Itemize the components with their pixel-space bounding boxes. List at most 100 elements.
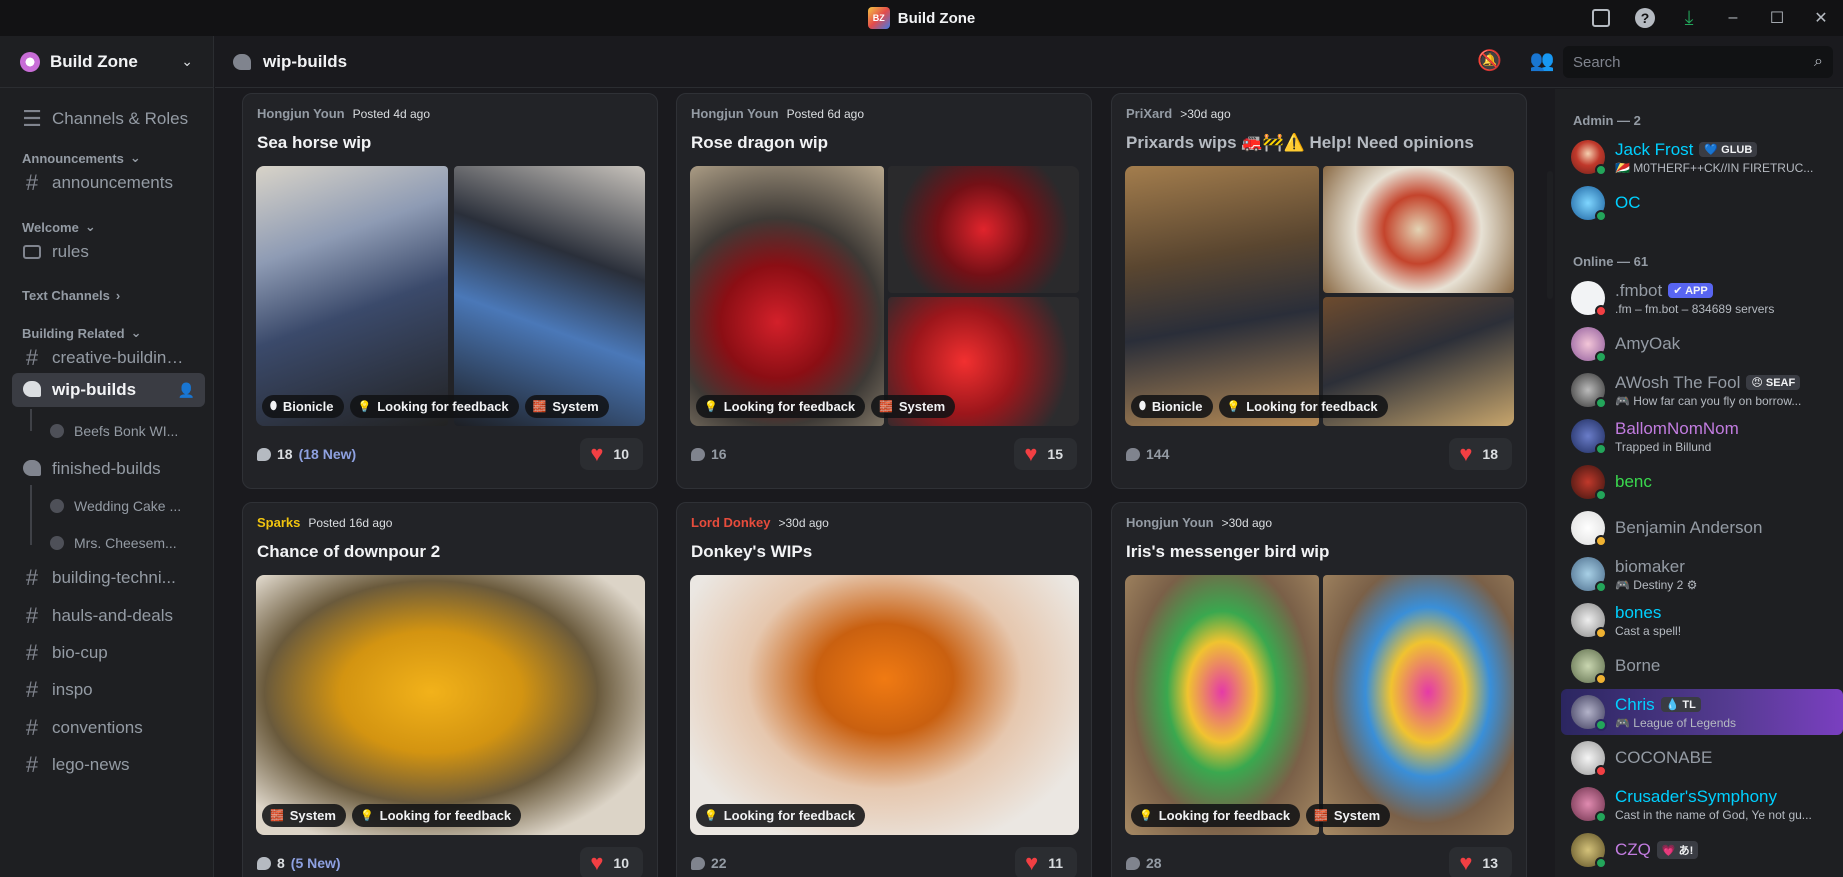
- member-item[interactable]: AWosh The Fool 😠 SEAF 🎮 How far can you fl…: [1571, 367, 1835, 413]
- thread-mrs-cheesem[interactable]: Mrs. Cheesem...: [50, 528, 200, 558]
- post-author[interactable]: Hongjun Youn: [257, 106, 345, 121]
- channel-conventions[interactable]: # conventions: [12, 711, 205, 745]
- post-card[interactable]: PriXard >30d ago Prixards wips 🚒🚧⚠️ Help!…: [1111, 93, 1527, 489]
- inbox-icon[interactable]: [1579, 0, 1623, 36]
- member-item[interactable]: BallomNomNom Trapped in Billund: [1571, 413, 1835, 459]
- post-image[interactable]: [888, 166, 1079, 293]
- post-media[interactable]: 💡 Looking for feedback: [690, 575, 1079, 835]
- help-icon[interactable]: ?: [1623, 0, 1667, 36]
- thread-tree-line: [30, 485, 32, 545]
- post-author[interactable]: Hongjun Youn: [1126, 515, 1214, 530]
- post-image[interactable]: [454, 166, 645, 426]
- status-idle-icon: [1595, 627, 1607, 639]
- thread-wedding-cake[interactable]: Wedding Cake ...: [50, 491, 200, 521]
- member-badge: ✔ APP: [1668, 283, 1713, 298]
- post-media[interactable]: ⬮ Bionicle 💡 Looking for feedback: [1125, 166, 1514, 426]
- channel-bio-cup[interactable]: # bio-cup: [12, 636, 205, 670]
- channel-lego-news[interactable]: # lego-news: [12, 748, 205, 782]
- post-title: Iris's messenger bird wip: [1126, 542, 1330, 561]
- post-media[interactable]: 💡 Looking for feedback 🧱 System: [690, 166, 1079, 426]
- channel-wip-builds[interactable]: wip-builds 👤: [12, 373, 205, 407]
- category-text-channels[interactable]: Text Channels ›: [22, 288, 120, 303]
- like-button[interactable]: ♥ 15: [1014, 438, 1077, 470]
- like-button[interactable]: ♥ 10: [580, 438, 643, 470]
- close-button[interactable]: ✕: [1799, 0, 1843, 36]
- comment-icon: [691, 856, 705, 870]
- member-item[interactable]: Chris 💧 TL 🎮 League of Legends: [1561, 689, 1843, 735]
- server-header[interactable]: Build Zone ⌄: [0, 36, 213, 88]
- post-author[interactable]: Lord Donkey: [691, 515, 770, 530]
- download-icon[interactable]: ⤓: [1667, 0, 1711, 36]
- like-button[interactable]: ♥ 13: [1449, 847, 1512, 877]
- member-name: AmyOak: [1615, 334, 1681, 353]
- member-item[interactable]: Benjamin Anderson: [1571, 505, 1835, 551]
- post-media[interactable]: 🧱 System 💡 Looking for feedback: [256, 575, 645, 835]
- post-author[interactable]: Hongjun Youn: [691, 106, 779, 121]
- notification-muted-icon[interactable]: 🔕: [1477, 48, 1502, 73]
- post-author[interactable]: PriXard: [1126, 106, 1172, 121]
- member-item[interactable]: OC: [1571, 180, 1835, 226]
- post-card[interactable]: Lord Donkey >30d ago Donkey's WIPs 💡 Looki…: [676, 502, 1092, 877]
- member-badge: 😠 SEAF: [1746, 375, 1801, 390]
- post-card[interactable]: Hongjun Youn Posted 4d ago Sea horse wip …: [242, 93, 658, 489]
- brick-icon: 🧱: [270, 810, 284, 822]
- post-image[interactable]: [1125, 575, 1319, 835]
- member-item[interactable]: Crusader'sSymphony Cast in the name of Go…: [1571, 781, 1835, 827]
- post-card[interactable]: Hongjun Youn Posted 6d ago Rose dragon wi…: [676, 93, 1092, 489]
- post-media[interactable]: 💡 Looking for feedback 🧱 System: [1125, 575, 1514, 835]
- channel-rules[interactable]: rules: [12, 235, 205, 269]
- feed-scrollbar[interactable]: [1547, 171, 1553, 299]
- post-media[interactable]: ⬮ Bionicle 💡 Looking for feedback 🧱 System: [256, 166, 645, 426]
- member-item[interactable]: biomaker 🎮 Destiny 2 ⚙: [1571, 551, 1835, 597]
- channel-label: announcements: [52, 173, 173, 192]
- category-welcome[interactable]: Welcome ⌄: [22, 219, 96, 235]
- add-member-icon[interactable]: 👤: [178, 382, 195, 399]
- post-image[interactable]: [256, 575, 645, 835]
- member-list-icon[interactable]: 👥: [1530, 48, 1555, 73]
- post-image[interactable]: [1323, 575, 1514, 835]
- like-button[interactable]: ♥ 18: [1449, 438, 1512, 470]
- category-announcements[interactable]: Announcements ⌄: [22, 150, 141, 166]
- comment-icon: [691, 447, 705, 461]
- post-image[interactable]: [690, 166, 884, 426]
- member-item[interactable]: AmyOak: [1571, 321, 1835, 367]
- member-item[interactable]: COCONABE: [1571, 735, 1835, 781]
- member-item[interactable]: Jack Frost 💙 GLUB 🇸🇨 M0THERF++CK//IN FIRET…: [1571, 134, 1835, 180]
- channel-hauls-and-deals[interactable]: # hauls-and-deals: [12, 599, 205, 633]
- member-badge: 💗 あ!: [1656, 841, 1699, 859]
- member-item[interactable]: benc: [1571, 459, 1835, 505]
- post-image[interactable]: [690, 575, 1079, 835]
- channel-inspo[interactable]: # inspo: [12, 673, 205, 707]
- post-author[interactable]: Sparks: [257, 515, 300, 530]
- hash-icon: #: [25, 752, 39, 777]
- comment-number: 18: [277, 446, 293, 462]
- member-item[interactable]: .fmbot ✔ APP .fm – fm.bot – 834689 servers: [1571, 275, 1835, 321]
- like-button[interactable]: ♥ 10: [580, 847, 643, 877]
- post-title: Donkey's WIPs: [691, 542, 813, 561]
- post-image[interactable]: [1323, 166, 1514, 293]
- maximize-button[interactable]: ☐: [1755, 0, 1799, 36]
- comment-icon: [1126, 447, 1140, 461]
- category-building-related[interactable]: Building Related ⌄: [22, 325, 141, 341]
- like-button[interactable]: ♥ 11: [1015, 847, 1077, 877]
- channel-creative-building[interactable]: # creative-building-...: [12, 341, 205, 375]
- search-input[interactable]: [1573, 53, 1815, 71]
- channel-finished-builds[interactable]: finished-builds: [12, 452, 205, 486]
- member-item[interactable]: bones Cast a spell!: [1571, 597, 1835, 643]
- search-box[interactable]: ⌕: [1563, 46, 1833, 78]
- thread-beefs-bonk[interactable]: Beefs Bonk WI...: [50, 416, 200, 446]
- post-card[interactable]: Hongjun Youn >30d ago Iris's messenger bi…: [1111, 502, 1527, 877]
- channel-announcements[interactable]: # announcements: [12, 166, 205, 200]
- tag-label: Looking for feedback: [723, 808, 856, 823]
- forum-icon: [22, 456, 42, 482]
- status-dnd-icon: [1595, 765, 1607, 777]
- channels-roles-item[interactable]: ☰ Channels & Roles: [12, 102, 205, 136]
- channel-building-techniques[interactable]: # building-techni...: [12, 561, 205, 595]
- post-image[interactable]: [1125, 166, 1319, 426]
- post-card[interactable]: Sparks Posted 16d ago Chance of downpour …: [242, 502, 658, 877]
- member-item[interactable]: Borne: [1571, 643, 1835, 689]
- status-online-icon: [1595, 210, 1607, 222]
- post-image[interactable]: [256, 166, 448, 426]
- minimize-button[interactable]: –: [1711, 0, 1755, 36]
- member-item[interactable]: CZQ 💗 あ!: [1571, 827, 1835, 873]
